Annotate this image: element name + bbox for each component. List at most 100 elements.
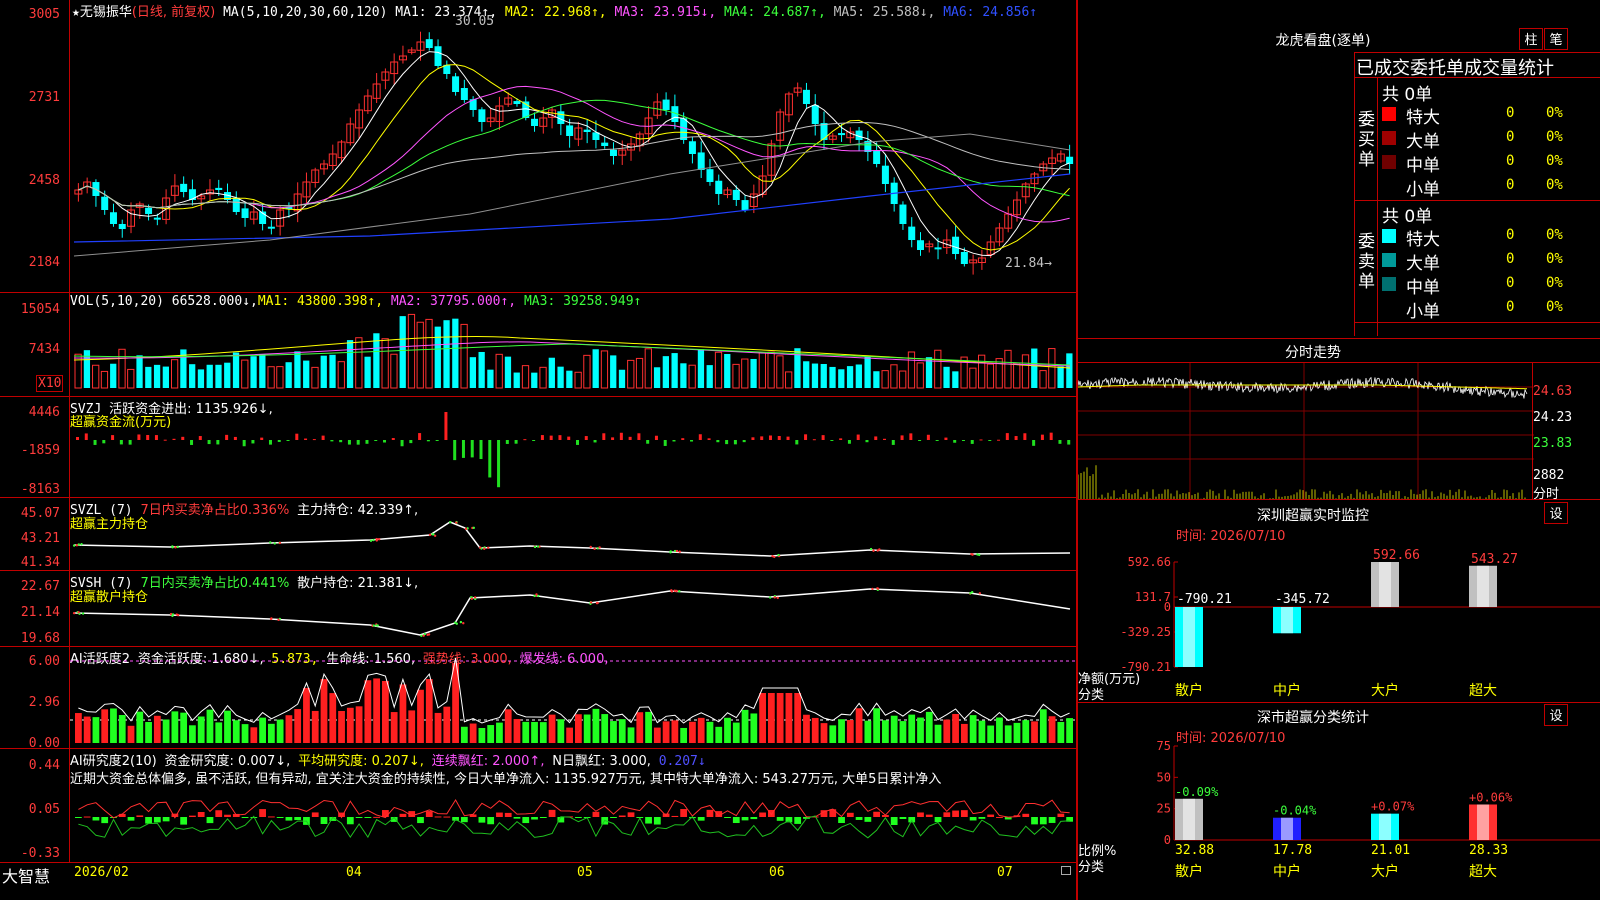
activity-bar [382,680,389,743]
sz-class-settings-button[interactable]: 设 [1544,704,1568,726]
order-size-label: 大单 [1406,254,1440,274]
activity-bar [504,709,512,743]
holding-dot [431,533,434,536]
flow-bar [830,440,834,441]
activity-bar [583,714,591,743]
flow-bar [163,439,167,441]
lock-icon[interactable] [1061,866,1071,875]
activity-bar [513,719,521,743]
activity-bar [917,717,924,743]
bar-chart-tick: 0 [1164,600,1171,614]
sz-monitor-bar-chart[interactable]: 592.66131.70-329.25-790.21-790.21散户-345.… [1078,540,1600,702]
bar-change-label: -0.04% [1273,804,1317,818]
holding-dot [872,549,875,552]
value-bar-highlight [1477,565,1489,608]
bar-view-button[interactable]: 柱 [1519,28,1543,50]
research-line [78,815,1070,839]
price-candlestick-chart[interactable] [70,14,1076,292]
holding-dot [278,541,282,545]
vol-ma3: MA3: 39258.949↑ [523,294,642,309]
flow-bar [961,440,965,441]
sz-class-bar-chart[interactable]: 75 50 25 0 32.88 -0.09% 散户 17.78 -0.04% 中户 21.01 +0… [1078,740,1600,900]
intraday-price-low: 23.83 [1533,436,1573,451]
vol-unit-badge[interactable]: X10 [36,375,64,392]
bar-category-label: 超大 [1469,683,1497,699]
research-bar [101,817,109,824]
divider-svsh-ai1 [0,646,1076,647]
sell-total: 共 0单 [1382,207,1433,227]
ai2-v1: 资金研究度: 0.007↓, [164,754,291,769]
activity-bar [618,719,626,743]
research-bar [382,810,389,817]
activity-bar [925,711,933,743]
flow-bar [909,433,913,440]
flow-bar [1040,434,1044,440]
volume-bar [521,365,530,389]
flow-bar [111,435,115,440]
activity-bar [882,720,889,743]
candle-body-down [908,226,916,240]
holding-dot [478,546,482,549]
research-bar [759,812,766,817]
volume-bar [635,357,644,389]
ai1-tick: 6.00 [28,654,60,669]
activity-bar [215,722,223,743]
flow-bar [725,440,729,445]
candle-body-down [188,189,196,200]
research-bar [794,817,802,824]
flow-bar [216,440,220,445]
candle-body-down [952,236,960,254]
intraday-title: 分时走势 [1285,345,1341,361]
candle-body-down [706,169,714,182]
intraday-vol: 2882 [1533,468,1565,483]
activity-bar [338,710,345,743]
volume-bar [92,364,100,389]
intraday-chart[interactable] [1078,363,1534,499]
brand-logo[interactable]: 大智慧 [2,863,50,887]
order-percent: 0% [1546,299,1563,315]
volume-bar [557,366,564,388]
holding-dot [453,621,457,624]
activity-bar [846,720,854,743]
activity-bar [373,678,381,743]
flow-bar [847,440,851,444]
activity-bar [987,725,995,743]
volume-bar [364,356,371,388]
research-bar [522,817,530,824]
value-bar-highlight [1281,817,1293,840]
volume-bar [434,326,441,388]
research-bar [1048,817,1056,823]
candle-body-down [434,46,442,66]
order-percent: 0% [1546,227,1563,243]
holding-dot [77,543,81,546]
candle-body-down [838,133,846,136]
xaxis-label: 05 [577,865,593,880]
volume-bar [399,316,406,388]
flow-bar [602,433,606,440]
high-price-label: 30.05 [455,14,495,29]
flow-bar [479,440,483,460]
low-price-label: 21.84→ [1005,256,1052,271]
research-bar [434,816,442,818]
order-color-swatch [1382,179,1396,193]
volume-bar [170,359,179,389]
flow-bar [1049,432,1053,440]
research-bar [855,817,863,820]
volume-bar [767,351,775,389]
flow-bar [295,433,299,440]
activity-bar [197,716,205,743]
flow-bar [795,440,799,445]
flow-bar [365,440,369,444]
activity-bar [364,680,372,743]
sz-monitor-settings-button[interactable]: 设 [1544,502,1568,524]
volume-bar [1031,348,1038,388]
bar-value-label: 543.27 [1471,552,1518,567]
activity-bar [829,725,837,743]
volume-bar [750,358,757,388]
candle-body-down [741,200,749,210]
activity-bar [610,721,617,743]
activity-bar [1004,725,1012,743]
flow-bar [190,440,194,445]
activity-bar [443,706,451,743]
pen-view-button[interactable]: 笔 [1544,28,1568,50]
